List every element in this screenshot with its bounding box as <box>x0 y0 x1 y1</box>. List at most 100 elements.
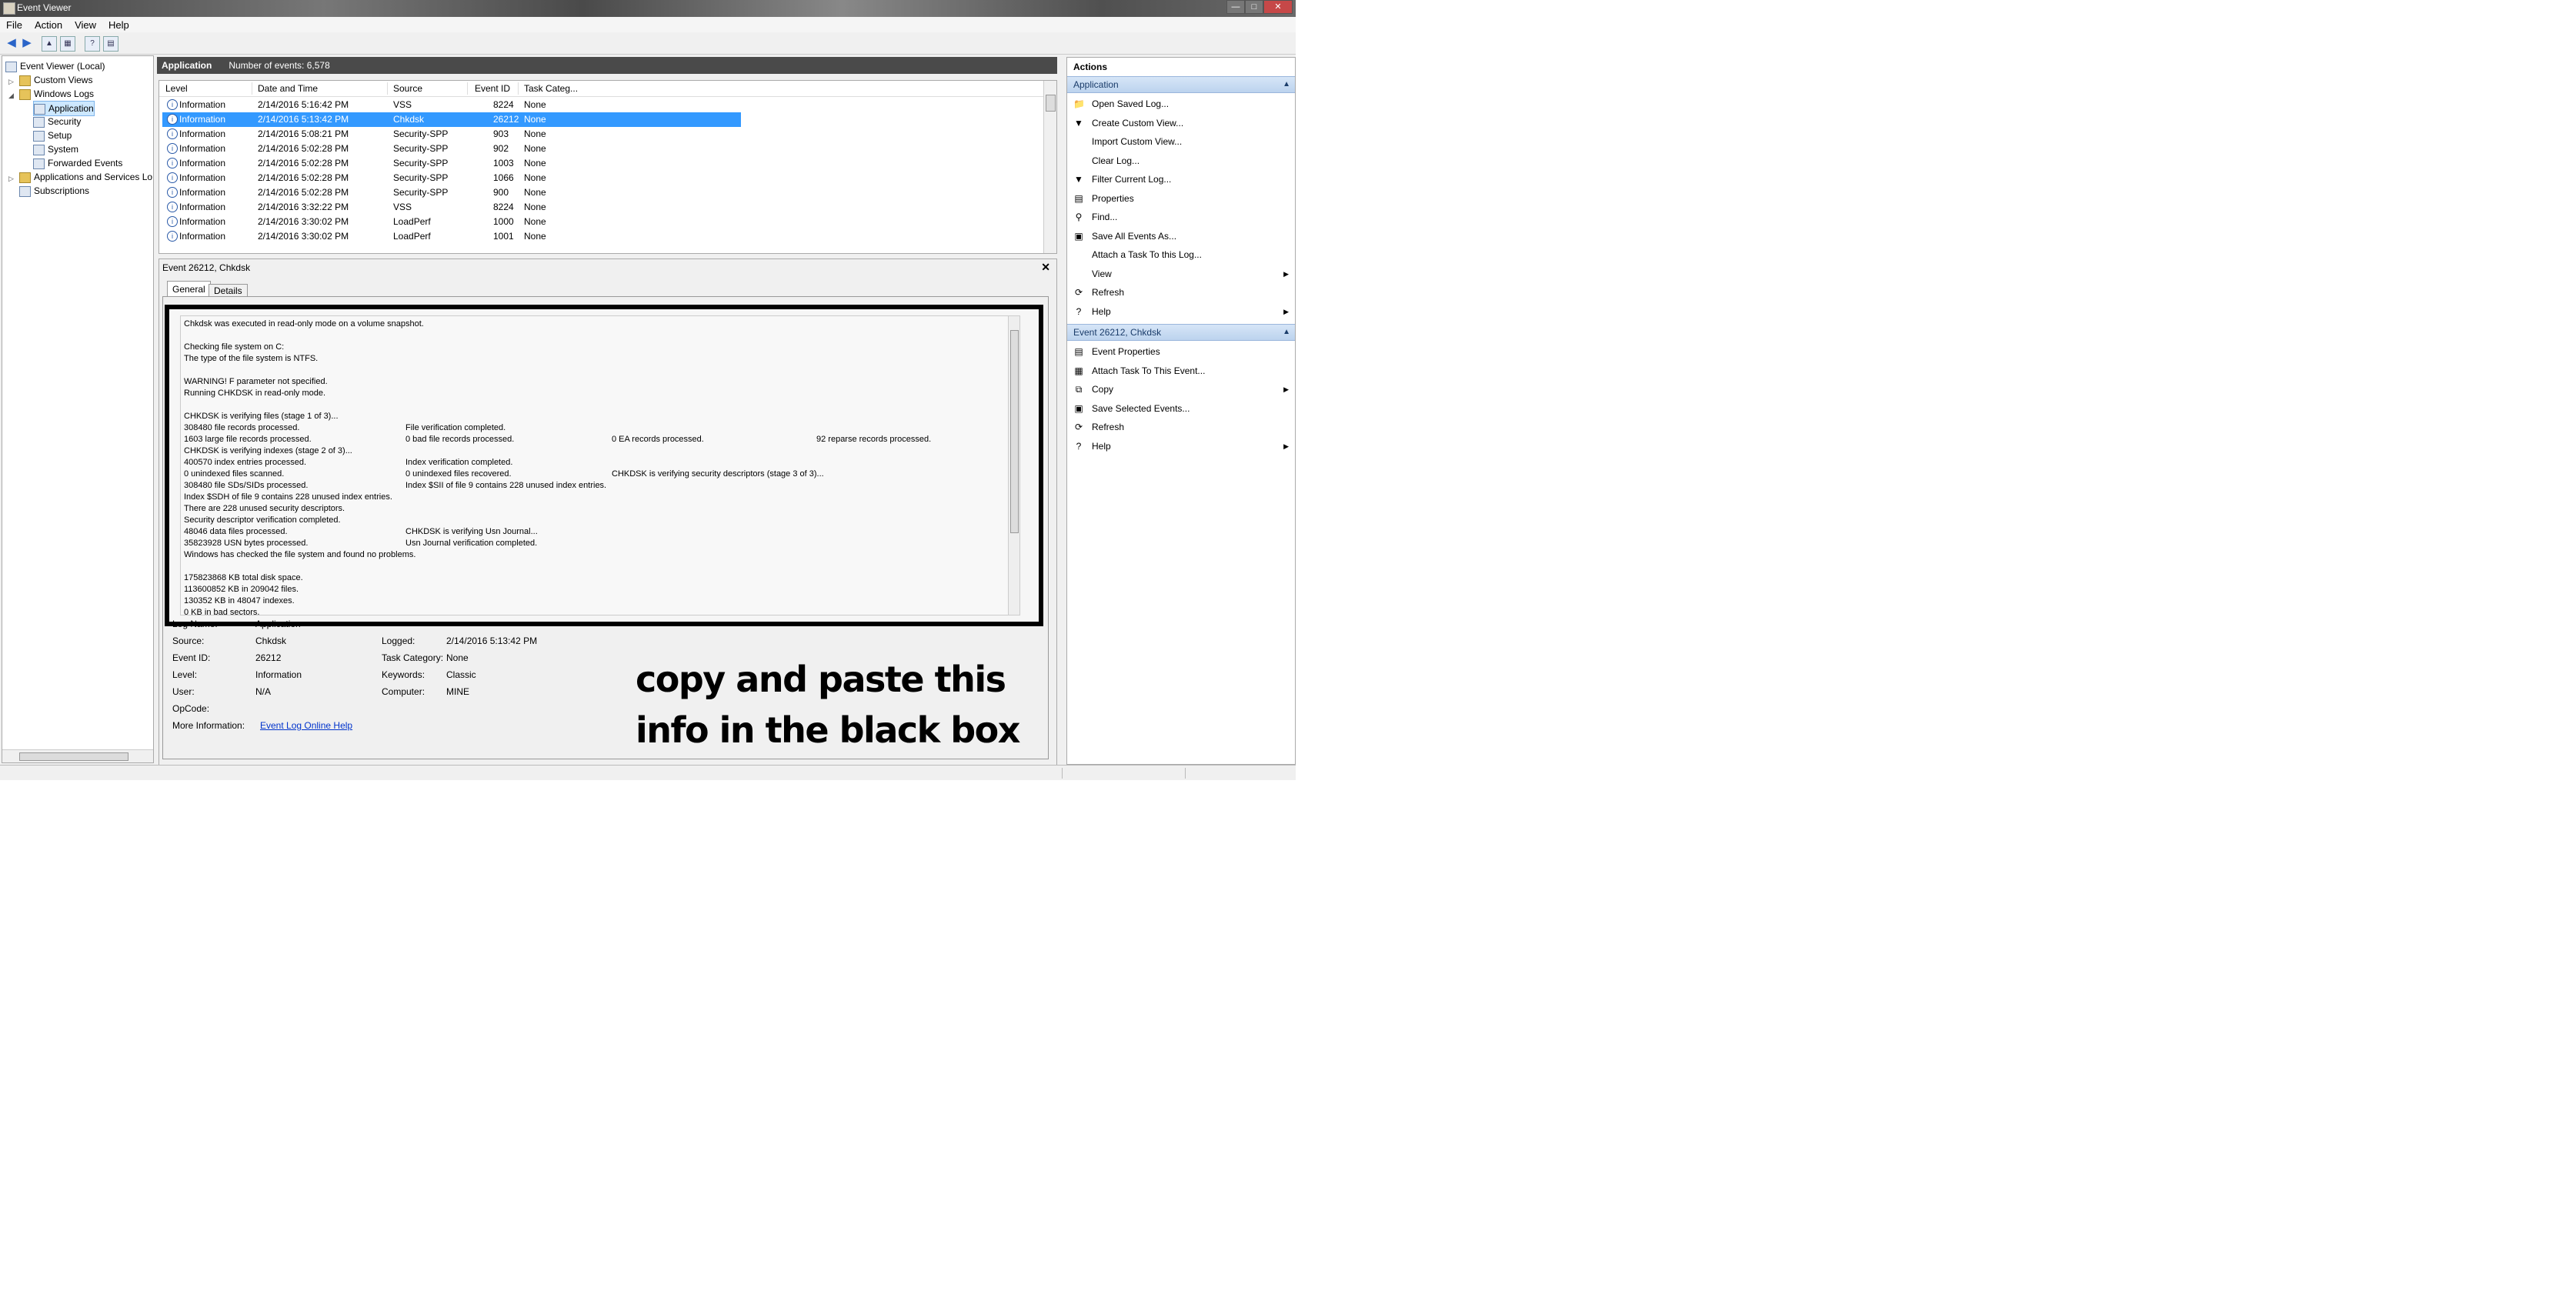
table-row[interactable]: i Information 2/14/2016 5:02:28 PM Security… <box>162 185 741 200</box>
tree-log-application[interactable]: Application <box>33 101 95 116</box>
collapse-arrow-icon[interactable]: ◢ <box>8 92 14 100</box>
action-label: Filter Current Log... <box>1092 174 1172 185</box>
tree-horizontal-scrollbar[interactable] <box>2 749 153 762</box>
scrollbar-thumb[interactable] <box>1046 95 1056 112</box>
message-line-segment: 0 EA records processed. <box>612 435 704 444</box>
message-line: Windows has checked the file system and … <box>184 550 416 559</box>
show-action-pane-icon[interactable]: ▤ <box>103 36 118 52</box>
scrollbar-thumb[interactable] <box>1010 330 1019 533</box>
submenu-arrow-icon: ▶ <box>1283 442 1289 450</box>
maximize-button[interactable]: □ <box>1245 0 1263 14</box>
action-item[interactable]: ▤ Properties <box>1067 189 1295 208</box>
event-id-label: Event ID: <box>172 652 211 663</box>
column-event-id[interactable]: Event ID <box>475 83 510 94</box>
table-row[interactable]: i Information 2/14/2016 5:13:42 PM Chkdsk 26… <box>162 112 741 127</box>
up-folder-icon[interactable]: ▲ <box>42 36 57 52</box>
message-line: Checking file system on C: <box>184 342 285 352</box>
action-item[interactable]: ⚲ Find... <box>1067 208 1295 226</box>
annotation-text: copy and paste this info in the black bo… <box>636 659 1020 751</box>
menu-view[interactable]: View <box>68 17 102 33</box>
event-list-scrollbar[interactable] <box>1043 81 1056 253</box>
tree-applications-services[interactable]: Applications and Services Lo <box>19 170 152 184</box>
message-scrollbar[interactable] <box>1008 316 1019 615</box>
action-item[interactable]: ▣ Save Selected Events... <box>1067 399 1295 418</box>
cell-task: None <box>524 114 546 125</box>
close-icon[interactable]: ✕ <box>1041 261 1050 274</box>
table-row[interactable]: i Information 2/14/2016 3:32:22 PM VSS 8224 N… <box>162 200 741 215</box>
help-icon[interactable]: ? <box>85 36 100 52</box>
action-item[interactable]: ▤ Event Properties <box>1067 342 1295 361</box>
cell-source: VSS <box>393 202 412 212</box>
action-item[interactable]: ⟳ Refresh <box>1067 283 1295 302</box>
action-item[interactable]: ▦ Attach Task To This Event... <box>1067 362 1295 380</box>
menu-action[interactable]: Action <box>28 17 68 33</box>
tree-log-security[interactable]: Security <box>33 115 81 128</box>
action-item[interactable]: View ▶ <box>1067 265 1295 283</box>
table-row[interactable]: i Information 2/14/2016 5:08:21 PM Security… <box>162 127 741 142</box>
action-label: Refresh <box>1092 287 1125 298</box>
tree-log-setup[interactable]: Setup <box>33 128 72 142</box>
submenu-arrow-icon: ▶ <box>1283 269 1289 278</box>
tree-subscriptions[interactable]: Subscriptions <box>19 184 89 198</box>
action-item[interactable]: ▼ Create Custom View... <box>1067 114 1295 132</box>
expand-arrow-icon[interactable]: ▷ <box>8 78 14 86</box>
close-button[interactable]: ✕ <box>1263 0 1293 14</box>
action-item[interactable]: Import Custom View... <box>1067 132 1295 151</box>
column-date-time[interactable]: Date and Time <box>258 83 318 94</box>
action-item[interactable]: ▣ Save All Events As... <box>1067 227 1295 245</box>
cell-source: LoadPerf <box>393 231 431 242</box>
subscription-icon <box>19 185 31 197</box>
keywords-label: Keywords: <box>382 669 425 680</box>
action-item[interactable]: ⧉ Copy ▶ <box>1067 380 1295 399</box>
action-item[interactable]: Clear Log... <box>1067 152 1295 170</box>
tree-custom-views[interactable]: Custom Views <box>19 73 92 87</box>
tree-root[interactable]: Event Viewer (Local) <box>5 59 105 73</box>
actions-section-event[interactable]: Event 26212, Chkdsk ▲ <box>1067 324 1295 341</box>
column-source[interactable]: Source <box>393 83 422 94</box>
event-log-online-help-link[interactable]: Event Log Online Help <box>260 720 352 731</box>
actions-section-application[interactable]: Application ▲ <box>1067 76 1295 93</box>
log-name-label: Log Name: <box>172 619 218 629</box>
cell-source: LoadPerf <box>393 216 431 227</box>
tree-log-system[interactable]: System <box>33 142 78 156</box>
table-row[interactable]: i Information 2/14/2016 3:30:02 PM LoadPerf… <box>162 229 741 244</box>
table-row[interactable]: i Information 2/14/2016 5:02:28 PM Security… <box>162 171 741 185</box>
event-message-text[interactable]: Chkdsk was executed in read-only mode on… <box>180 315 1020 615</box>
action-item[interactable]: ? Help ▶ <box>1067 302 1295 321</box>
action-item[interactable]: Attach a Task To this Log... <box>1067 245 1295 264</box>
cell-task: None <box>524 143 546 154</box>
cell-level: Information <box>179 231 226 242</box>
tree-log-forwarded-events[interactable]: Forwarded Events <box>33 156 122 170</box>
forward-arrow-icon[interactable]: ▶ <box>20 36 34 50</box>
message-line: WARNING! F parameter not specified. <box>184 377 328 386</box>
show-hide-tree-icon[interactable]: ▦ <box>60 36 75 52</box>
action-item[interactable]: ? Help ▶ <box>1067 437 1295 455</box>
tree-windows-logs[interactable]: Windows Logs <box>19 87 94 101</box>
table-row[interactable]: i Information 2/14/2016 5:16:42 PM VSS 8224 N… <box>162 98 741 112</box>
title-bar: Event Viewer — □ ✕ <box>0 0 1296 17</box>
tab-general[interactable]: General <box>167 281 211 297</box>
find-icon: ⚲ <box>1075 212 1083 222</box>
cell-date: 2/14/2016 3:32:22 PM <box>258 202 349 212</box>
actions-header: Actions <box>1073 62 1108 72</box>
action-item[interactable]: ▼ Filter Current Log... <box>1067 170 1295 188</box>
column-task-category[interactable]: Task Categ... <box>524 83 578 94</box>
column-level[interactable]: Level <box>165 83 188 94</box>
cell-event-id: 8224 <box>493 202 514 212</box>
action-label: Event Properties <box>1092 346 1160 357</box>
information-icon: i <box>167 158 178 168</box>
menu-help[interactable]: Help <box>102 17 135 33</box>
back-arrow-icon[interactable]: ◀ <box>5 36 18 50</box>
source-label: Source: <box>172 635 205 646</box>
table-row[interactable]: i Information 2/14/2016 5:02:28 PM Security… <box>162 156 741 171</box>
action-item[interactable]: ⟳ Refresh <box>1067 418 1295 436</box>
tab-details[interactable]: Details <box>209 284 248 297</box>
action-item[interactable]: 📁 Open Saved Log... <box>1067 95 1295 113</box>
expand-arrow-icon[interactable]: ▷ <box>8 175 14 183</box>
table-row[interactable]: i Information 2/14/2016 3:30:02 PM LoadPerf… <box>162 215 741 229</box>
menu-file[interactable]: File <box>0 17 28 33</box>
table-row[interactable]: i Information 2/14/2016 5:02:28 PM Security… <box>162 142 741 156</box>
message-line-segment: CHKDSK is verifying Usn Journal... <box>405 527 538 536</box>
minimize-button[interactable]: — <box>1226 0 1245 14</box>
scrollbar-thumb[interactable] <box>19 752 128 761</box>
